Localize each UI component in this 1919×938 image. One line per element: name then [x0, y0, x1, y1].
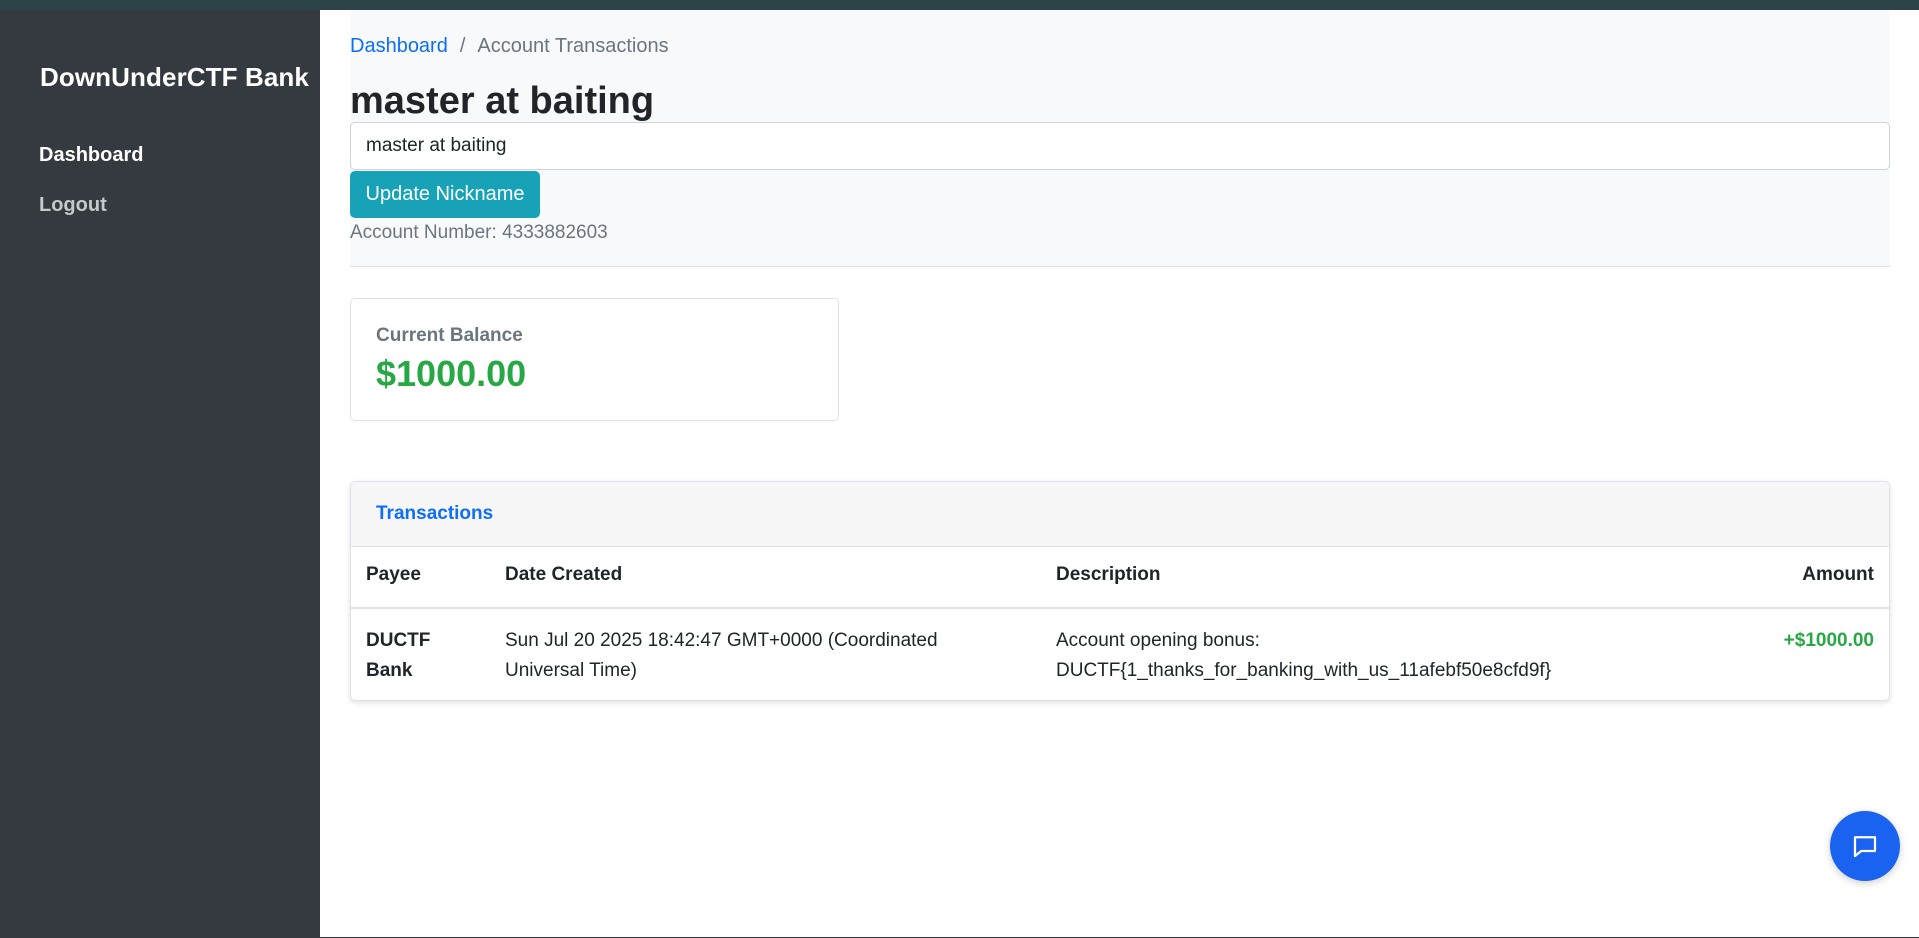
balance-value: $1000.00: [376, 353, 527, 394]
transactions-title[interactable]: Transactions: [376, 503, 493, 525]
breadcrumb-separator: /: [459, 35, 466, 57]
column-header-description: Description: [1056, 564, 1161, 585]
sidebar: DownUnderCTF Bank Dashboard Logout: [0, 10, 320, 938]
nickname-input[interactable]: [350, 122, 1890, 170]
table-cell-amount: +$1000.00: [1783, 630, 1874, 651]
account-header: Dashboard / Account Transactions master …: [350, 10, 1890, 267]
sidebar-item-logout[interactable]: Logout: [39, 194, 107, 217]
balance-label: Current Balance: [376, 325, 523, 346]
table-cell-description: Account opening bonus: DUCTF{1_thanks_fo…: [1056, 630, 1552, 681]
balance-card: Current Balance $1000.00: [350, 298, 839, 421]
chat-button[interactable]: [1830, 811, 1900, 881]
brand-title: DownUnderCTF Bank: [40, 62, 309, 92]
column-header-date-created: Date Created: [505, 564, 623, 585]
chat-bubble-icon: [1853, 836, 1877, 858]
breadcrumb-current: Account Transactions: [477, 35, 669, 57]
table-cell-date: Sun Jul 20 2025 18:42:47 GMT+0000 (Coord…: [505, 630, 938, 681]
transactions-card: Transactions Payee Date Created Descript…: [350, 481, 1890, 701]
page-title: master at baiting: [350, 80, 655, 122]
column-header-payee: Payee: [366, 564, 421, 585]
main-content: Dashboard / Account Transactions master …: [320, 10, 1919, 937]
transactions-header: Transactions: [351, 482, 1889, 547]
account-number: Account Number: 4333882603: [350, 222, 608, 243]
breadcrumb: Dashboard / Account Transactions: [350, 35, 669, 58]
sidebar-item-dashboard[interactable]: Dashboard: [39, 144, 143, 167]
top-bar: [0, 0, 1919, 10]
table-header-divider: [351, 607, 1889, 609]
breadcrumb-dashboard-link[interactable]: Dashboard: [350, 35, 448, 58]
table-cell-payee: DUCTF Bank: [366, 630, 431, 681]
column-header-amount: Amount: [1802, 564, 1874, 585]
update-nickname-button[interactable]: Update Nickname: [350, 171, 540, 218]
